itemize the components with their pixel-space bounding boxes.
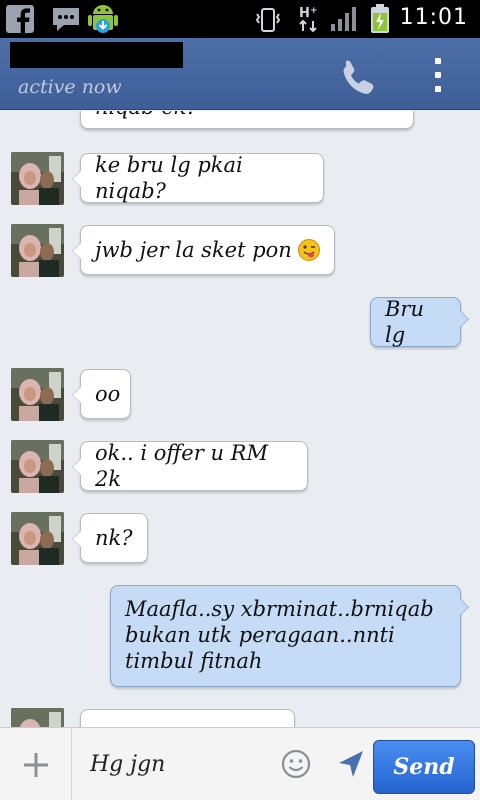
battery-charging-icon [371,4,389,33]
winking-tongue-emoji-icon [297,239,320,261]
message-text: oo [95,382,121,406]
message-text: Bru lg [385,297,424,347]
data-hplus-icon: H + [299,6,318,33]
message-thread[interactable]: niqab ek? ke bru lg pkai niqab? jwb jer … [0,111,480,727]
presence-status: active now [18,76,122,98]
message-bubble-incoming[interactable] [80,709,295,727]
message-text: ke bru lg pkai niqab? [95,153,243,203]
message-text: ok.. i offer u RM 2k [95,441,268,491]
contact-avatar[interactable] [11,512,64,565]
message-text-line: Maafla..sy xbrminat..brniqab [125,597,434,621]
add-attachment-button[interactable] [0,728,72,800]
status-bar: H + 11:01 [0,0,480,38]
emoji-picker-icon[interactable] [280,748,312,780]
contact-avatar[interactable] [11,368,64,421]
message-bubble-incoming[interactable]: ok.. i offer u RM 2k [72,441,308,491]
android-download-icon [88,5,118,33]
message-bubble-incoming[interactable]: niqab ek? [80,111,414,129]
message-text: jwb jer la sket pon [95,238,292,262]
message-text-line: timbul fitnah [125,649,263,673]
svg-text:+: + [310,6,318,16]
chat-notification-icon [53,8,79,31]
contact-avatar[interactable] [11,224,64,277]
message-input[interactable] [74,728,370,800]
message-text: niqab ek? [95,111,198,120]
message-bubble-incoming[interactable]: oo [72,369,131,419]
message-bubble-outgoing[interactable]: Bru lg [370,297,469,347]
overflow-menu-icon[interactable] [430,58,446,96]
contact-name-redacted [10,42,183,68]
message-bubble-outgoing[interactable]: Maafla..sy xbrminat..brniqab bukan utk p… [110,585,469,687]
signal-strength-icon [331,7,356,31]
vibrate-icon [255,8,281,32]
facebook-icon [6,5,34,33]
send-button[interactable]: Send [373,740,475,794]
conversation-header: active now [0,38,480,110]
clock: 11:01 [399,5,468,30]
phone-call-icon[interactable] [336,56,376,96]
message-bubble-incoming[interactable]: jwb jer la sket pon [72,225,335,275]
contact-avatar[interactable] [11,440,64,493]
message-bubble-incoming[interactable]: ke bru lg pkai niqab? [72,153,324,203]
plus-icon [24,753,48,777]
contact-avatar[interactable] [11,152,64,205]
message-bubble-incoming[interactable]: nk? [72,513,148,563]
message-text: nk? [95,526,133,550]
location-arrow-icon[interactable] [336,748,366,780]
message-text-line: bukan utk peragaan..nnti [125,623,395,647]
contact-avatar[interactable] [11,708,64,727]
svg-text:H: H [299,6,310,21]
